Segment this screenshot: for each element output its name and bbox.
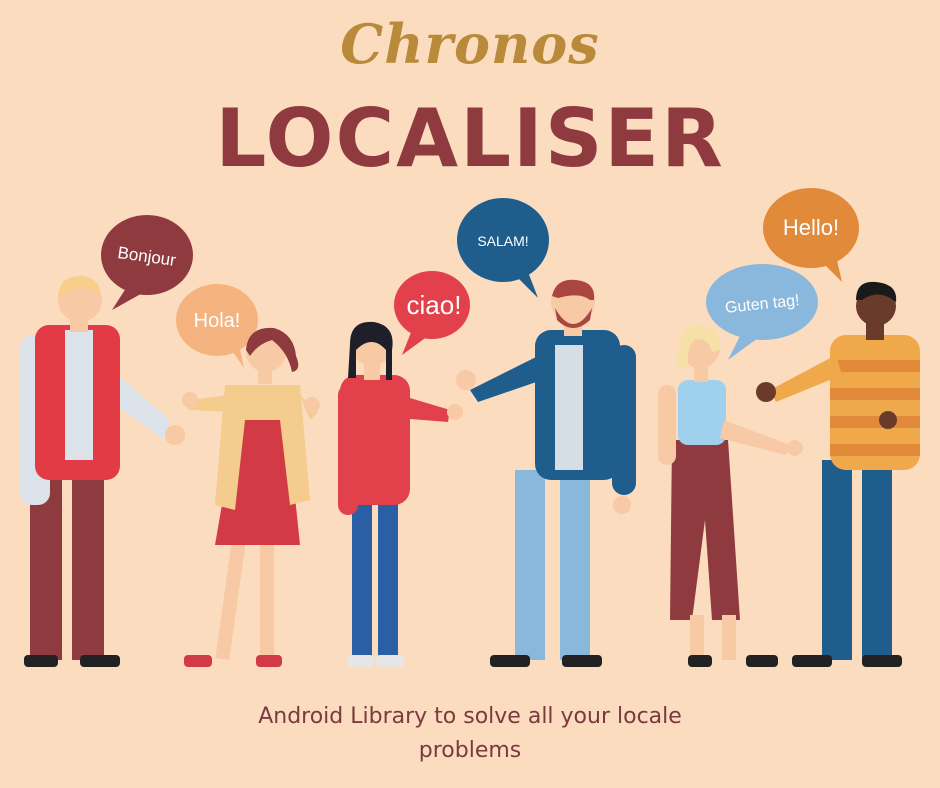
poster: Chronos LOCALISER Bonjour Hola! ciao! SA… <box>0 0 940 788</box>
bubble-salam-text: SALAM! <box>477 233 528 249</box>
person-blonde-woman <box>658 325 803 667</box>
person-red-vest <box>20 275 185 667</box>
tagline: Android Library to solve all your locale… <box>170 700 770 768</box>
person-red-sweater <box>338 321 463 667</box>
tagline-line-1: Android Library to solve all your locale <box>258 704 682 729</box>
tagline-line-2: problems <box>418 738 522 763</box>
person-striped-sweater <box>756 281 920 667</box>
bubble-ciao-text: ciao! <box>407 290 462 320</box>
bubble-hola: Hola! <box>176 284 258 368</box>
illustration: Bonjour Hola! ciao! SALAM! Guten tag! He… <box>20 188 920 667</box>
bubble-hello-text: Hello! <box>783 215 839 240</box>
bubble-salam: SALAM! <box>457 198 549 298</box>
person-red-dress <box>182 327 320 667</box>
person-blue-jacket <box>456 279 636 667</box>
bubble-hola-text: Hola! <box>194 310 241 332</box>
bubble-guten-tag: Guten tag! <box>706 264 818 360</box>
bubble-bonjour: Bonjour <box>101 215 193 310</box>
bubble-ciao: ciao! <box>394 271 470 355</box>
